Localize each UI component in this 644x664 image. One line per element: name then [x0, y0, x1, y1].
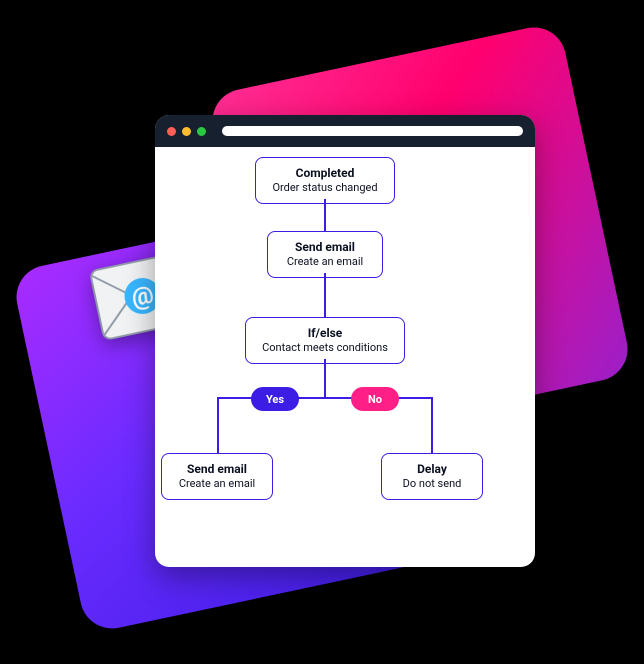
branch-no-label: No: [368, 393, 382, 406]
connector: [217, 397, 433, 399]
node-send-email-2-sub: Create an email: [176, 477, 258, 491]
node-completed: Completed Order status changed: [255, 157, 395, 204]
node-if-else-sub: Contact meets conditions: [260, 341, 390, 355]
node-send-email-2-title: Send email: [176, 462, 258, 477]
flow-canvas: Completed Order status changed Send emai…: [155, 147, 535, 567]
node-send-email-1-title: Send email: [282, 240, 368, 255]
connector: [324, 273, 326, 317]
node-delay-title: Delay: [396, 462, 468, 477]
node-delay: Delay Do not send: [381, 453, 483, 500]
window-zoom-icon[interactable]: [197, 127, 206, 136]
branch-no-pill: No: [351, 387, 399, 411]
connector: [431, 397, 433, 453]
node-delay-sub: Do not send: [396, 477, 468, 491]
connector: [324, 359, 326, 399]
address-bar[interactable]: [222, 126, 523, 136]
branch-yes-pill: Yes: [251, 387, 299, 411]
node-completed-sub: Order status changed: [270, 181, 380, 195]
branch-yes-label: Yes: [266, 393, 284, 406]
node-send-email-1-sub: Create an email: [282, 255, 368, 269]
node-send-email-1: Send email Create an email: [267, 231, 383, 278]
connector: [324, 199, 326, 231]
titlebar: [155, 115, 535, 147]
window-close-icon[interactable]: [167, 127, 176, 136]
window-minimize-icon[interactable]: [182, 127, 191, 136]
connector: [217, 397, 219, 453]
node-send-email-2: Send email Create an email: [161, 453, 273, 500]
node-if-else: If/else Contact meets conditions: [245, 317, 405, 364]
node-completed-title: Completed: [270, 166, 380, 181]
browser-window: Completed Order status changed Send emai…: [155, 115, 535, 567]
node-if-else-title: If/else: [260, 326, 390, 341]
